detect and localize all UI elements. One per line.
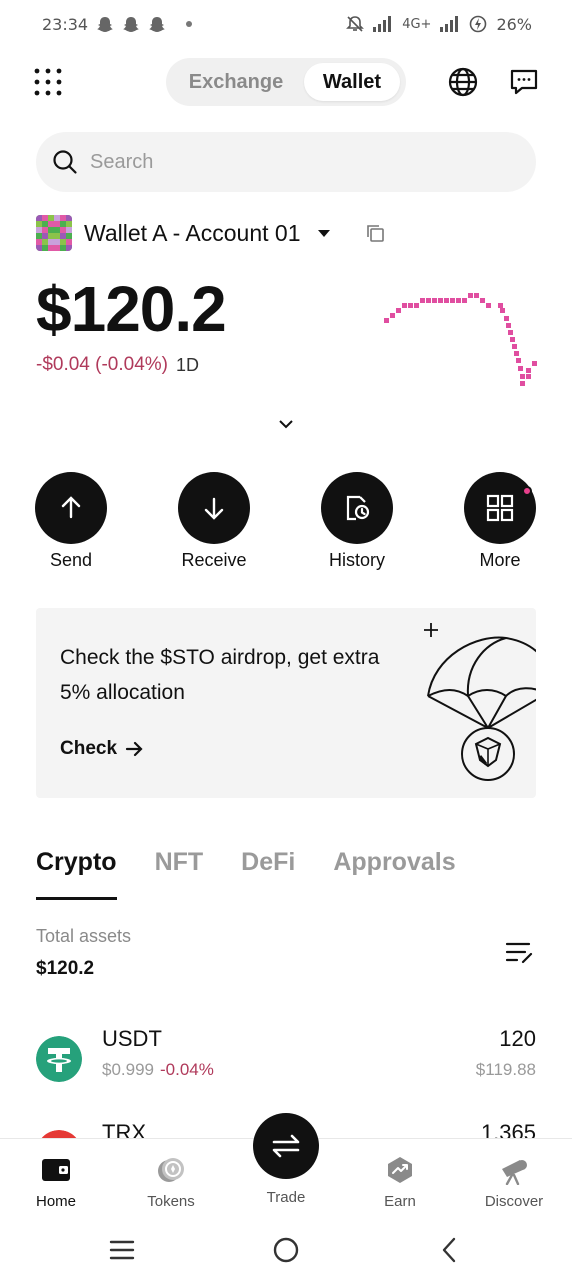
send-label: Send (49, 550, 93, 570)
token-change: -0.04% (160, 1060, 214, 1079)
tokens-icon (158, 1158, 184, 1182)
token-price: $0.999 (102, 1060, 154, 1079)
network-type: 4G+ (402, 16, 432, 32)
status-bar: 23:34 4G+ 26% (0, 0, 572, 48)
change-period[interactable]: 1D (176, 355, 199, 376)
nav-label: Earn (384, 1193, 416, 1210)
search-bar[interactable] (36, 132, 536, 192)
snapchat-icon (123, 16, 140, 32)
total-assets-label: Total assets (36, 926, 132, 946)
send-button[interactable]: Send (21, 472, 121, 571)
nav-discover[interactable]: Discover (469, 1155, 559, 1210)
tab-defi[interactable]: DeFi (241, 848, 295, 904)
total-assets-value: $120.2 (36, 958, 95, 979)
more-button[interactable]: More (450, 472, 550, 571)
nav-label: Trade (266, 1189, 306, 1206)
exchange-wallet-toggle: Exchange Wallet (166, 58, 406, 106)
system-navigation-bar (0, 1218, 572, 1280)
token-symbol: USDT (102, 1026, 162, 1051)
back-icon[interactable] (436, 1236, 464, 1264)
check-label: Check (60, 738, 118, 759)
more-label: More (479, 550, 521, 570)
signal-icon (440, 16, 459, 32)
asset-tabs: Crypto NFT DeFi Approvals (36, 848, 456, 904)
token-row-usdt[interactable]: USDT $0.999 -0.04% 120 $119.88 (36, 1026, 536, 1096)
arrow-right-icon (125, 741, 143, 757)
nav-label: Tokens (147, 1193, 195, 1210)
search-input[interactable] (90, 150, 490, 174)
nav-home[interactable]: Home (11, 1155, 101, 1210)
recent-apps-icon[interactable] (108, 1236, 136, 1264)
snapchat-icon (149, 16, 166, 32)
battery-level: 26% (496, 14, 532, 34)
token-value: $119.88 (475, 1060, 536, 1079)
nav-earn[interactable]: Earn (355, 1155, 445, 1210)
token-amount: 120 (499, 1026, 536, 1051)
arrow-up-icon (61, 496, 81, 519)
airdrop-banner[interactable]: Check the $STO airdrop, get extra 5% all… (36, 608, 536, 798)
arrow-down-icon (204, 497, 224, 520)
search-icon (53, 150, 77, 174)
chevron-down-icon[interactable] (277, 418, 295, 430)
tab-approvals[interactable]: Approvals (333, 848, 455, 904)
copy-icon[interactable] (365, 223, 385, 243)
avatar (36, 215, 72, 251)
caret-down-icon[interactable] (317, 228, 331, 238)
tab-crypto[interactable]: Crypto (36, 848, 117, 904)
swap-icon (272, 1134, 300, 1158)
usdt-logo-icon (36, 1036, 82, 1082)
wallet-icon (42, 1159, 70, 1181)
banner-text: Check the $STO airdrop, get extra 5% all… (60, 646, 380, 704)
bottom-navigation: Home Tokens Trade Earn Discover (0, 1113, 572, 1218)
telescope-icon (502, 1160, 527, 1185)
nav-label: Discover (484, 1193, 544, 1210)
token-price-row: $0.999 -0.04% (102, 1060, 214, 1080)
nav-tokens[interactable]: Tokens (126, 1155, 216, 1210)
history-button[interactable]: History (307, 472, 407, 571)
signal-icon (373, 16, 392, 32)
notification-dot-icon (186, 21, 193, 27)
exchange-tab[interactable]: Exchange (174, 63, 298, 101)
check-link[interactable]: Check (60, 738, 143, 760)
history-label: History (328, 550, 385, 570)
trade-button[interactable] (253, 1113, 319, 1179)
snapchat-icon (97, 16, 114, 32)
apps-grid-icon (486, 494, 514, 522)
account-name: Wallet A - Account 01 (84, 219, 301, 246)
mute-bell-icon (346, 16, 365, 32)
chat-icon[interactable] (508, 66, 540, 98)
balance-change: -$0.04 (-0.04%) (36, 354, 169, 375)
total-balance: $120.2 (36, 273, 227, 345)
notification-badge (522, 486, 532, 496)
parachute-illustration-icon (424, 623, 536, 781)
history-icon (346, 495, 370, 521)
menu-grid-icon[interactable] (34, 68, 62, 96)
globe-icon[interactable] (447, 66, 479, 98)
balance-change-row: -$0.04 (-0.04%) 1D (36, 354, 199, 376)
top-bar: Exchange Wallet (0, 56, 572, 108)
sort-filter-icon[interactable] (505, 940, 533, 966)
nav-label: Home (35, 1193, 76, 1210)
wallet-tab[interactable]: Wallet (304, 63, 400, 101)
account-selector[interactable]: Wallet A - Account 01 (36, 214, 385, 252)
status-time: 23:34 (42, 14, 89, 34)
home-icon[interactable] (272, 1236, 300, 1264)
receive-button[interactable]: Receive (164, 472, 264, 571)
balance-sparkline (384, 293, 537, 386)
battery-charging-icon (470, 15, 487, 33)
receive-label: Receive (181, 550, 247, 570)
earn-icon (388, 1157, 412, 1183)
tab-nft[interactable]: NFT (155, 848, 204, 904)
